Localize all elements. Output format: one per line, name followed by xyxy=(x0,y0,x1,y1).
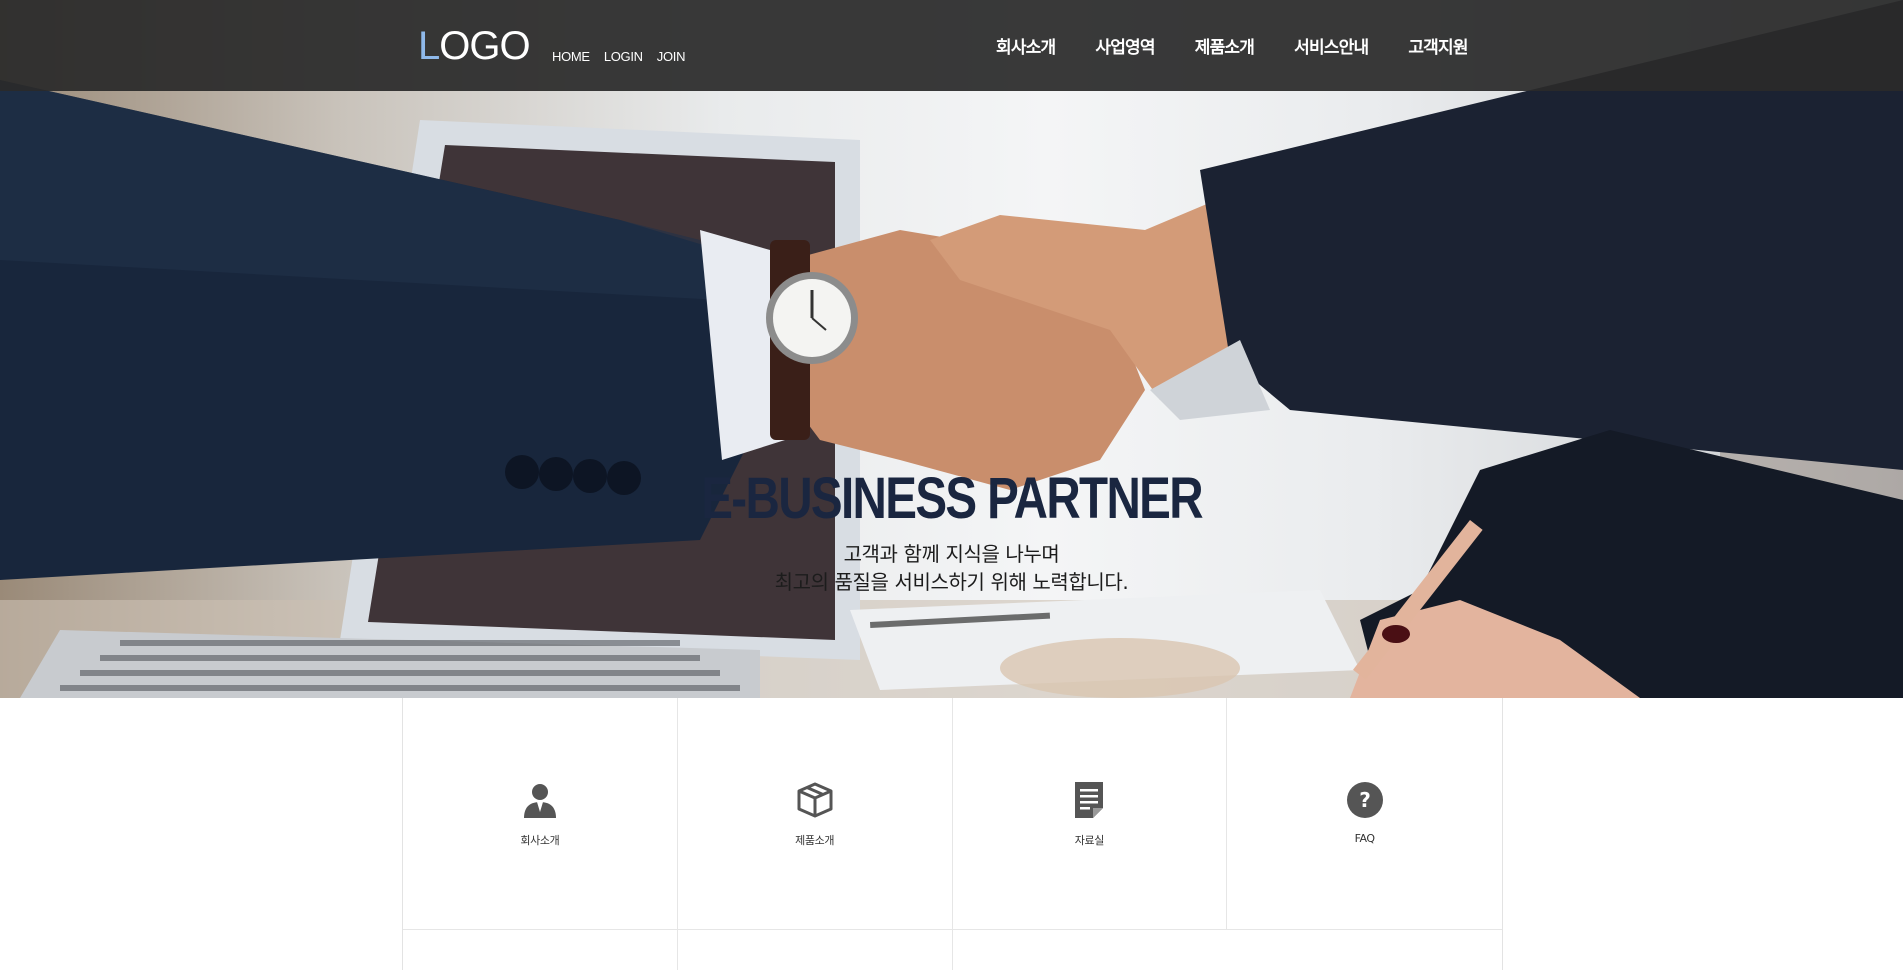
quick-menu-label: 자료실 xyxy=(1074,834,1105,847)
quick-menu-faq[interactable]: ? FAQ xyxy=(1227,698,1502,930)
top-header: LOGO HOME LOGIN JOIN 회사소개 사업영역 제품소개 서비스안… xyxy=(0,0,1903,91)
nav-item-products[interactable]: 제품소개 xyxy=(1195,33,1255,58)
util-link-home[interactable]: HOME xyxy=(552,49,590,64)
quick-menu-empty-cell xyxy=(678,930,953,970)
quick-menu-label: 회사소개 xyxy=(520,834,560,847)
question-icon: ? xyxy=(1346,782,1383,818)
site-logo[interactable]: LOGO xyxy=(418,22,531,70)
box-icon xyxy=(797,782,833,818)
nav-item-company[interactable]: 회사소개 xyxy=(996,33,1056,58)
quick-menu-company[interactable]: 회사소개 xyxy=(403,698,678,930)
quick-menu-empty-cell xyxy=(403,930,678,970)
document-icon xyxy=(1075,782,1104,818)
utility-nav: HOME LOGIN JOIN xyxy=(552,49,686,64)
nav-item-business[interactable]: 사업영역 xyxy=(1095,33,1155,58)
quick-menu-label: FAQ xyxy=(1354,832,1376,845)
svg-text:?: ? xyxy=(1359,788,1371,812)
hero-title: E-BUSINESS PARTNER xyxy=(701,466,1203,531)
quick-menu-archive[interactable]: 자료실 xyxy=(952,698,1228,930)
nav-item-support[interactable]: 고객지원 xyxy=(1408,33,1468,58)
hero-subtitle-line2: 최고의 품질을 서비스하기 위해 노력합니다. xyxy=(774,570,1129,594)
util-link-join[interactable]: JOIN xyxy=(657,49,686,64)
quick-menu-grid: 회사소개 제품소개 자료실 ? FAQ xyxy=(402,698,1503,970)
util-link-login[interactable]: LOGIN xyxy=(604,49,643,64)
person-icon xyxy=(523,784,556,818)
logo-text: OGO xyxy=(439,24,530,68)
main-nav: 회사소개 사업영역 제품소개 서비스안내 고객지원 xyxy=(996,33,1469,58)
quick-menu-products[interactable]: 제품소개 xyxy=(677,698,953,930)
nav-item-services[interactable]: 서비스안내 xyxy=(1294,33,1369,58)
logo-accent-letter: L xyxy=(418,24,440,68)
quick-menu-empty-cell xyxy=(953,930,1503,970)
quick-menu-label: 제품소개 xyxy=(795,834,835,847)
hero-subtitle-line1: 고객과 함께 지식을 나누며 xyxy=(843,542,1060,566)
